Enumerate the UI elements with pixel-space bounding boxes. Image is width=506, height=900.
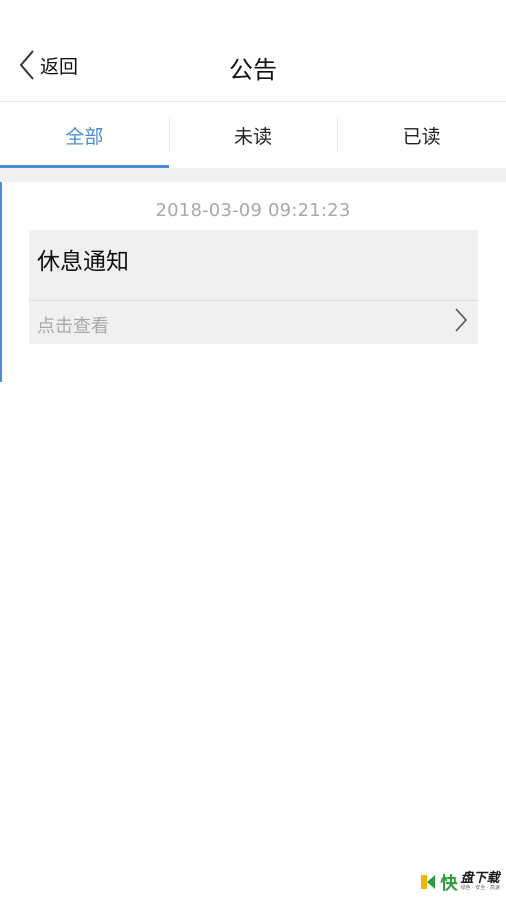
page-title: 公告 bbox=[229, 56, 277, 84]
notice-timestamp: 2018-03-09 09:21:23 bbox=[155, 200, 351, 221]
filter-tabs: 全部 未读 已读 bbox=[0, 102, 506, 168]
watermark-main: 盘下载 bbox=[460, 871, 500, 886]
watermark-sub: 绿色 · 安全 · 高速 bbox=[460, 885, 500, 891]
announcement-screen: 返回 公告 全部 未读 已读 2018-03-09 09:21:23 休息通知 … bbox=[0, 0, 506, 900]
notice-title: 休息通知 bbox=[37, 249, 129, 275]
tab-read[interactable]: 已读 bbox=[337, 102, 506, 168]
tab-unread[interactable]: 未读 bbox=[168, 102, 338, 168]
navigation-bar: 返回 公告 bbox=[0, 28, 506, 102]
card-divider bbox=[29, 300, 478, 301]
notice-card[interactable]: 休息通知 点击查看 bbox=[29, 230, 478, 344]
watermark: 快 盘下载 绿色 · 安全 · 高速 bbox=[419, 869, 500, 894]
view-details-link[interactable]: 点击查看 bbox=[37, 312, 109, 338]
section-divider bbox=[0, 168, 506, 182]
watermark-kuai: 快 bbox=[440, 874, 458, 894]
chevron-right-icon bbox=[455, 308, 468, 332]
tab-all[interactable]: 全部 bbox=[0, 102, 169, 168]
logo-icon bbox=[421, 874, 436, 889]
